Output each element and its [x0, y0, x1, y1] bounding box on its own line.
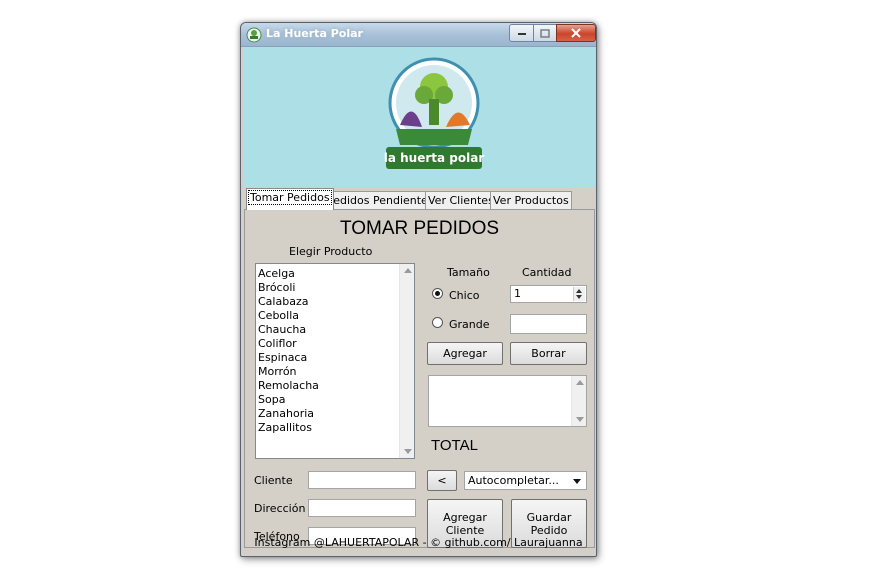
minimize-button[interactable]	[509, 24, 534, 42]
app-window: La Huerta Polar la huerta polar Tomar Pe…	[240, 22, 597, 557]
scroll-up-icon[interactable]	[404, 268, 412, 273]
size-label: Tamaño	[447, 266, 490, 279]
stepper-arrows[interactable]	[573, 287, 585, 301]
order-summary-textarea[interactable]	[428, 375, 587, 427]
size-small-label: Chico	[449, 289, 480, 302]
address-field[interactable]	[308, 499, 416, 517]
list-item[interactable]: Acelga	[258, 267, 319, 281]
tab-ver-productos[interactable]: Ver Productos	[490, 191, 572, 210]
tab-label: Tomar Pedidos	[248, 190, 332, 205]
tab-bar: Tomar Pedidos Pedidos Pendientes Ver Cli…	[244, 188, 595, 210]
app-logo-icon	[246, 27, 262, 43]
tab-ver-clientes[interactable]: Ver Clientes	[425, 191, 497, 210]
address-label: Dirección	[254, 502, 306, 515]
size-large-label: Grande	[449, 318, 490, 331]
autocomplete-value: Autocompletar...	[468, 474, 559, 487]
list-item[interactable]: Calabaza	[258, 295, 319, 309]
list-item[interactable]: Coliflor	[258, 337, 319, 351]
quantity-label: Cantidad	[522, 266, 572, 279]
window-title: La Huerta Polar	[266, 27, 363, 40]
add-button[interactable]: Agregar	[427, 342, 503, 365]
textarea-scrollbar[interactable]	[571, 376, 586, 426]
close-button[interactable]	[556, 24, 596, 42]
title-bar[interactable]: La Huerta Polar	[241, 23, 596, 47]
stepper-down-icon[interactable]	[576, 295, 582, 299]
close-icon	[571, 28, 581, 38]
tab-label: Ver Productos	[493, 194, 569, 207]
footer-credits: Instagram @LAHUERTAPOLAR - © github.com/…	[254, 536, 583, 549]
list-item[interactable]: Brócoli	[258, 281, 319, 295]
list-item[interactable]: Morrón	[258, 365, 319, 379]
stepper-up-icon[interactable]	[576, 289, 582, 293]
autocomplete-select[interactable]: Autocompletar...	[464, 471, 587, 490]
choose-product-label: Elegir Producto	[289, 245, 373, 258]
scroll-up-icon[interactable]	[576, 380, 584, 385]
scroll-down-icon[interactable]	[576, 417, 584, 422]
tab-pedidos-pendientes[interactable]: Pedidos Pendientes	[324, 191, 437, 210]
tab-panel-tomar-pedidos: TOMAR PEDIDOS Elegir Producto Acelga Bróc…	[244, 209, 595, 548]
chevron-down-icon[interactable]	[573, 479, 581, 484]
client-label: Cliente	[254, 474, 293, 487]
tab-label: Ver Clientes	[428, 194, 494, 207]
list-item[interactable]: Espinaca	[258, 351, 319, 365]
quantity-value: 1	[514, 287, 521, 300]
product-list: Acelga Brócoli Calabaza Cebolla Chaucha Colif…	[258, 267, 319, 435]
list-item[interactable]: Chaucha	[258, 323, 319, 337]
list-item[interactable]: Remolacha	[258, 379, 319, 393]
maximize-icon	[540, 28, 550, 38]
clear-button[interactable]: Borrar	[510, 342, 587, 365]
quantity-stepper[interactable]: 1	[510, 285, 587, 303]
scroll-down-icon[interactable]	[404, 449, 412, 454]
size-large-radio[interactable]	[432, 317, 443, 328]
maximize-button[interactable]	[533, 24, 557, 42]
price-field[interactable]	[510, 314, 587, 334]
logo-text: la huerta polar	[384, 151, 485, 165]
minimize-icon	[517, 33, 526, 35]
page-title: TOMAR PEDIDOS	[339, 218, 500, 239]
la-huerta-polar-logo: la huerta polar	[384, 57, 485, 169]
banner: la huerta polar	[244, 47, 595, 187]
size-small-radio[interactable]	[432, 288, 443, 299]
radio-selected-dot	[435, 291, 440, 296]
client-field[interactable]	[308, 471, 416, 489]
list-item[interactable]: Zapallitos	[258, 421, 319, 435]
total-label: TOTAL	[431, 437, 478, 454]
listbox-scrollbar[interactable]	[399, 264, 414, 458]
product-listbox[interactable]: Acelga Brócoli Calabaza Cebolla Chaucha Colif…	[255, 263, 415, 459]
tab-label: Pedidos Pendientes	[327, 194, 434, 207]
tab-tomar-pedidos[interactable]: Tomar Pedidos	[246, 188, 334, 210]
list-item[interactable]: Sopa	[258, 393, 319, 407]
back-button[interactable]: <	[427, 470, 457, 491]
list-item[interactable]: Zanahoria	[258, 407, 319, 421]
list-item[interactable]: Cebolla	[258, 309, 319, 323]
